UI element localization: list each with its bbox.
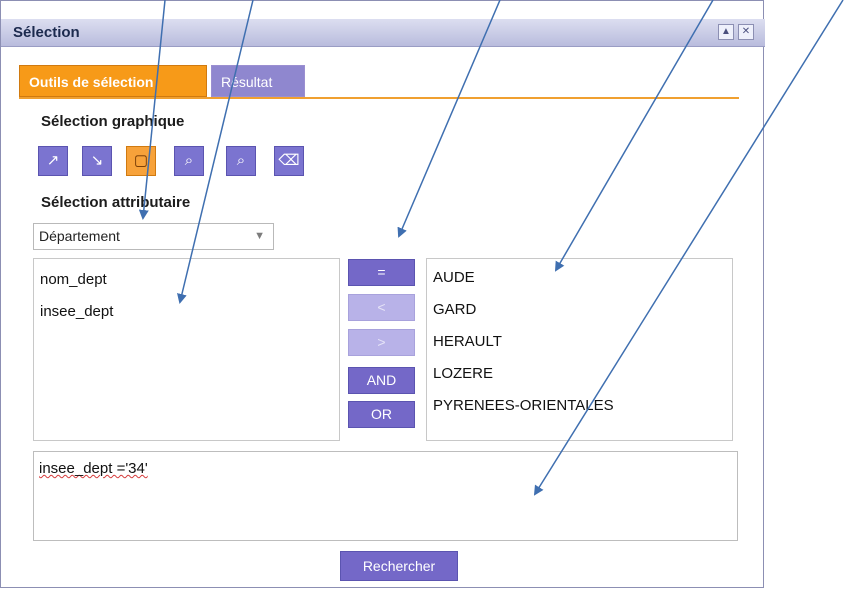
line-select-icon[interactable]: ↘ [82,146,112,176]
close-icon[interactable]: ✕ [738,24,754,40]
tab-outils-de-selection[interactable]: Outils de sélection [19,65,207,97]
search-button[interactable]: Rechercher [340,551,458,581]
list-item[interactable]: HERAULT [433,333,502,350]
polygon-select-icon[interactable]: ⌕ [174,146,204,176]
layer-select[interactable]: Département ▼ [33,223,274,250]
rectangle-select-icon[interactable]: ▢ [126,146,156,176]
list-item[interactable]: PYRENEES-ORIENTALES [433,397,614,414]
list-item[interactable]: LOZERE [433,365,493,382]
minimize-icon[interactable]: ▲ [718,24,734,40]
list-item[interactable]: GARD [433,301,476,318]
freehand-select-icon[interactable]: ⌕ [226,146,256,176]
fields-list[interactable]: nom_dept insee_dept [33,258,340,441]
operator-and-button[interactable]: AND [348,367,415,394]
window-title: Sélection [13,24,80,41]
chevron-down-icon: ▼ [254,230,265,242]
tab-underline [19,97,739,99]
eraser-icon[interactable]: ⌫ [274,146,304,176]
query-textarea[interactable]: insee_dept ='34' [33,451,738,541]
layer-select-value: Département [39,228,120,244]
list-item[interactable]: AUDE [433,269,475,286]
selection-dialog: Sélection ▲ ✕ Outils de sélection Résult… [0,0,765,588]
list-item[interactable]: insee_dept [40,303,113,320]
query-text: insee_dept ='34' [39,460,148,477]
title-bar[interactable]: Sélection ▲ ✕ [1,19,765,47]
graphic-selection-title: Sélection graphique [41,113,185,130]
list-item[interactable]: nom_dept [40,271,107,288]
operator-equals-button[interactable]: = [348,259,415,286]
tab-resultat[interactable]: Résultat [211,65,305,97]
values-list[interactable]: AUDE GARD HERAULT LOZERE PYRENEES-ORIENT… [426,258,733,441]
operator-less-than-button[interactable]: < [348,294,415,321]
attribute-selection-title: Sélection attributaire [41,194,191,211]
operator-or-button[interactable]: OR [348,401,415,428]
point-select-icon[interactable]: ↗ [38,146,68,176]
operator-greater-than-button[interactable]: > [348,329,415,356]
